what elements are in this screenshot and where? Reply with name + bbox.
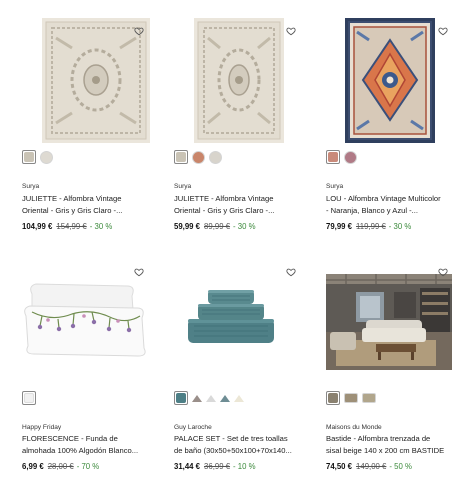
discount-badge: - 50 % <box>389 462 412 471</box>
color-swatches <box>22 391 36 405</box>
swatch[interactable] <box>206 394 216 402</box>
swatch-selected[interactable] <box>326 391 340 405</box>
swatch[interactable] <box>220 394 230 402</box>
product-image[interactable] <box>22 264 147 364</box>
color-swatches <box>22 150 53 164</box>
product-title[interactable]: JULIETTE - Alfombra Vintage Oriental - G… <box>22 193 170 217</box>
product-price: 6,99 €28,00 € - 70 % <box>22 462 99 471</box>
old-price: 119,99 € <box>356 222 386 231</box>
swatch[interactable] <box>209 150 222 164</box>
swatch[interactable] <box>344 393 358 403</box>
product-title-line: Oriental - Gris y Gris Claro -... <box>174 206 275 215</box>
swatch[interactable] <box>344 150 357 164</box>
product-image[interactable] <box>345 18 435 143</box>
swatch[interactable] <box>234 394 244 402</box>
old-price: 154,99 € <box>56 222 87 231</box>
product-title-line: JULIETTE - Alfombra Vintage <box>22 194 122 203</box>
rug-image <box>42 18 150 143</box>
current-price: 59,99 € <box>174 222 201 231</box>
swatch[interactable] <box>192 150 205 164</box>
swatch-selected[interactable] <box>174 150 188 164</box>
product-image[interactable] <box>326 274 452 370</box>
product-brand: Surya <box>22 183 40 190</box>
product-title-line: Bastide - Alfombra trenzada de <box>326 434 431 443</box>
product-title-line: JULIETTE - Alfombra Vintage <box>174 194 274 203</box>
heart-outline-icon[interactable] <box>286 23 298 36</box>
product-brand: Guy Laroche <box>174 424 212 431</box>
product-brand: Happy Friday <box>22 424 62 431</box>
product-title[interactable]: FLORESCENCE - Funda de almohada 100% Alg… <box>22 433 170 457</box>
swatch-selected[interactable] <box>326 150 340 164</box>
color-swatches <box>326 391 376 405</box>
old-price: 89,99 € <box>204 222 231 231</box>
discount-badge: - 10 % <box>233 462 256 471</box>
current-price: 79,99 € <box>326 222 353 231</box>
swatch[interactable] <box>192 394 202 402</box>
living-room-image <box>326 274 452 370</box>
product-title[interactable]: JULIETTE - Alfombra Vintage Oriental - G… <box>174 193 322 217</box>
rug-image <box>194 18 284 143</box>
discount-badge: - 30 % <box>388 222 412 231</box>
old-price: 36,99 € <box>204 462 231 471</box>
swatch-selected[interactable] <box>22 150 36 164</box>
swatch[interactable] <box>40 150 53 164</box>
heart-outline-icon[interactable] <box>438 23 450 36</box>
heart-outline-icon[interactable] <box>134 23 146 36</box>
product-grid: Surya JULIETTE - Alfombra Vintage Orient… <box>0 0 475 485</box>
current-price: 6,99 € <box>22 462 44 471</box>
product-price: 59,99 €89,99 € - 30 % <box>174 222 256 231</box>
current-price: 104,99 € <box>22 222 53 231</box>
product-price: 74,50 €149,00 € - 50 % <box>326 462 412 471</box>
towel-image <box>184 264 279 364</box>
product-title-line: de baño (30x50+50x100+70x140... <box>174 446 292 455</box>
product-title[interactable]: PALACE SET - Set de tres toallas de baño… <box>174 433 322 457</box>
product-price: 79,99 €119,99 € - 30 % <box>326 222 411 231</box>
discount-badge: - 30 % <box>89 222 113 231</box>
product-title[interactable]: LOU - Alfombra Vintage Multicolor - Nara… <box>326 193 474 217</box>
heart-outline-icon[interactable] <box>134 264 146 277</box>
product-title-line: - Naranja, Blanco y Azul -... <box>326 206 419 215</box>
color-swatches <box>174 391 244 405</box>
product-brand: Surya <box>326 183 344 190</box>
swatch[interactable] <box>362 393 376 403</box>
product-title-line: Oriental - Gris y Gris Claro -... <box>22 206 123 215</box>
pillow-image <box>22 264 147 364</box>
color-swatches <box>174 150 222 164</box>
product-image[interactable] <box>194 18 284 143</box>
old-price: 28,00 € <box>47 462 74 471</box>
color-swatches <box>326 150 357 164</box>
heart-outline-icon[interactable] <box>286 264 298 277</box>
swatch-selected[interactable] <box>22 391 36 405</box>
product-price: 104,99 €154,99 € - 30 % <box>22 222 112 231</box>
current-price: 31,44 € <box>174 462 201 471</box>
product-title-line: LOU - Alfombra Vintage Multicolor <box>326 194 441 203</box>
product-title-line: sisal beige 140 x 200 cm BASTIDE <box>326 446 445 455</box>
product-brand: Maisons du Monde <box>326 424 382 431</box>
product-title-line: PALACE SET - Set de tres toallas <box>174 434 288 443</box>
old-price: 149,00 € <box>356 462 387 471</box>
rug-image <box>345 18 435 143</box>
product-price: 31,44 €36,99 € - 10 % <box>174 462 256 471</box>
product-title-line: FLORESCENCE - Funda de <box>22 434 118 443</box>
discount-badge: - 70 % <box>76 462 100 471</box>
product-image[interactable] <box>42 18 150 143</box>
product-title[interactable]: Bastide - Alfombra trenzada de sisal bei… <box>326 433 474 457</box>
swatch-selected[interactable] <box>174 391 188 405</box>
heart-outline-icon[interactable] <box>438 264 450 277</box>
current-price: 74,50 € <box>326 462 353 471</box>
product-title-line: almohada 100% Algodón Blanco... <box>22 446 139 455</box>
product-brand: Surya <box>174 183 192 190</box>
discount-badge: - 30 % <box>233 222 256 231</box>
product-image[interactable] <box>184 264 279 364</box>
